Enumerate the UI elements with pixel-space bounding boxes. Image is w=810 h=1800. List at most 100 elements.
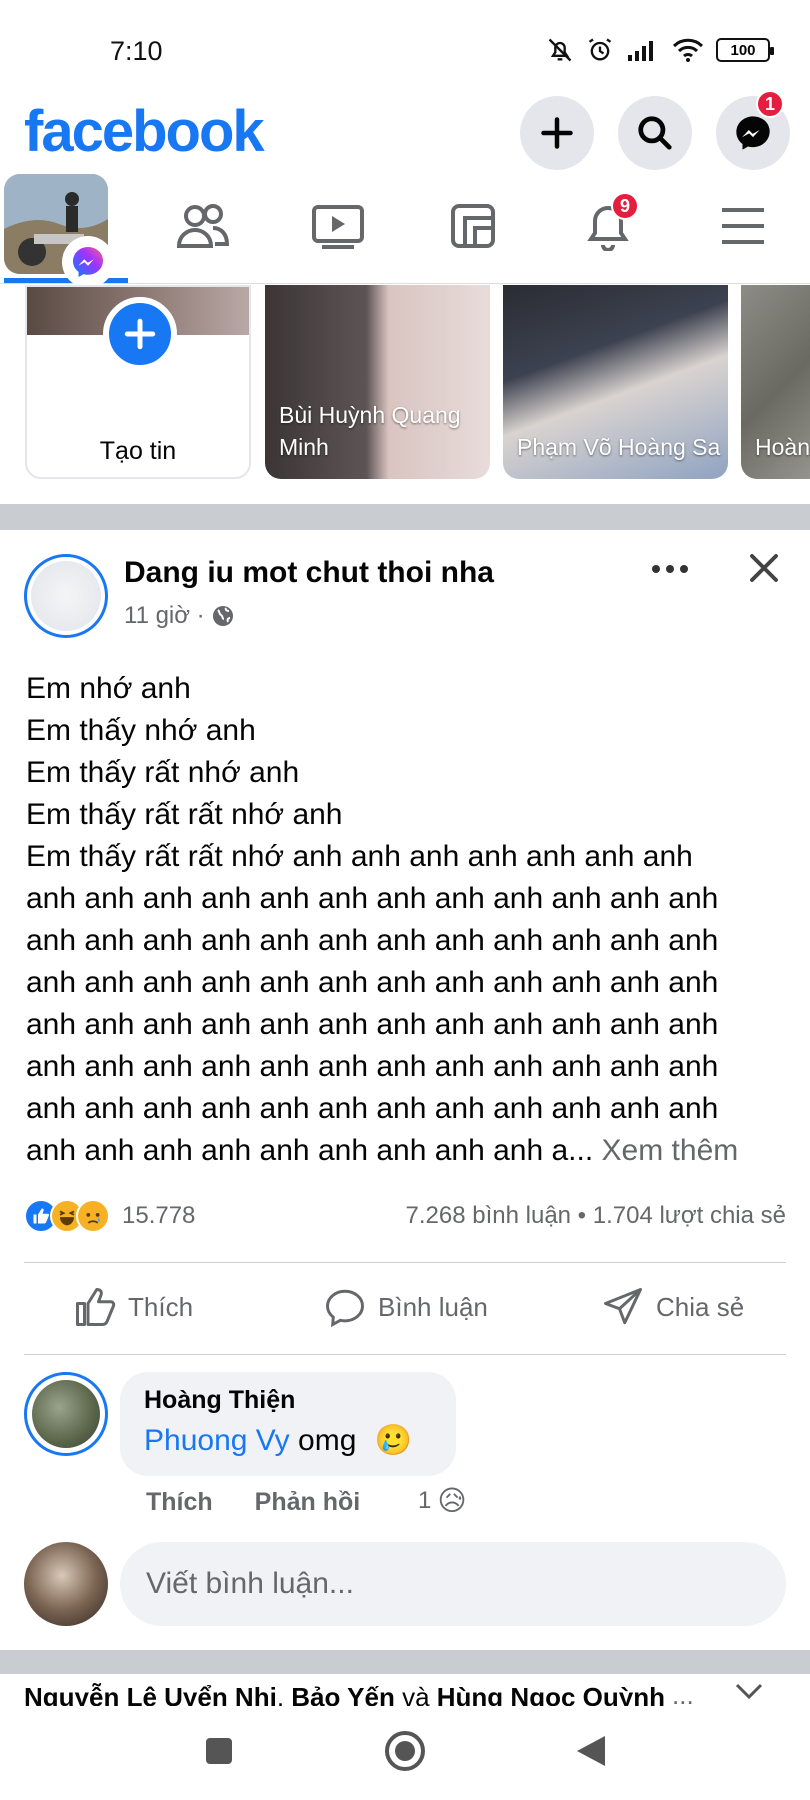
commenter-avatar[interactable] bbox=[24, 1372, 108, 1456]
story-card[interactable]: Hoàn bbox=[741, 285, 810, 479]
system-nav-bar bbox=[0, 1706, 810, 1800]
status-bar: 7:10 100 bbox=[0, 0, 810, 96]
story-author: Bùi Huỳnh Quang Minh bbox=[279, 402, 461, 460]
battery-icon: 100 bbox=[716, 38, 774, 62]
alarm-icon bbox=[588, 38, 612, 61]
post-line: anh anh anh anh anh anh anh anh anh anh … bbox=[26, 1050, 719, 1083]
story-author: Phạm Võ Hoàng Sa bbox=[517, 434, 721, 460]
post-line: anh anh anh anh anh anh anh anh anh anh … bbox=[26, 966, 719, 999]
stories-tray: Tạo tin Bùi Huỳnh Quang Minh Phạm Võ Hoà… bbox=[0, 285, 810, 481]
plus-icon bbox=[124, 318, 156, 350]
create-story-card[interactable]: Tạo tin bbox=[25, 285, 251, 479]
comment-input[interactable]: Viết bình luận... bbox=[120, 1542, 786, 1626]
active-tab-indicator bbox=[4, 278, 128, 283]
divider bbox=[24, 1354, 786, 1355]
comment-mention[interactable]: Phuong Vy bbox=[144, 1424, 290, 1457]
sad-reaction-icon bbox=[76, 1199, 110, 1233]
see-more-link[interactable]: Xem thêm bbox=[602, 1134, 739, 1167]
post-line: anh anh anh anh anh anh anh anh anh anh … bbox=[26, 1008, 719, 1041]
signal-icon bbox=[628, 41, 653, 61]
tab-notifications[interactable]: 9 bbox=[573, 192, 643, 254]
comment-text: Phuong Vy omg 🥲 bbox=[144, 1423, 432, 1458]
post-text: Em nhớ anh Em thấy nhớ anh Em thấy rất n… bbox=[26, 668, 796, 1172]
wifi-icon bbox=[672, 38, 704, 62]
square-icon bbox=[206, 1738, 232, 1764]
comment-reactions[interactable]: 1 😥 bbox=[418, 1484, 467, 1517]
close-icon bbox=[750, 554, 778, 582]
post-line: Em thấy rất rất nhớ anh anh anh anh anh … bbox=[26, 840, 693, 873]
page-name[interactable]: Dang iu mot chut thoi nha bbox=[124, 556, 494, 590]
comment-icon bbox=[326, 1289, 364, 1328]
comment-reaction-emoji: 😥 bbox=[437, 1485, 467, 1516]
create-button[interactable] bbox=[520, 96, 594, 170]
reactions-summary[interactable]: 15.778 7.268 bình luận • 1.704 lượt chia… bbox=[24, 1196, 786, 1236]
chevron-down-icon[interactable] bbox=[734, 1680, 764, 1702]
comment-actions: Thích Phản hồi bbox=[146, 1488, 402, 1517]
share-button[interactable]: Chia sẻ bbox=[602, 1286, 744, 1328]
recents-button[interactable] bbox=[194, 1726, 244, 1776]
menu-icon bbox=[722, 208, 764, 244]
mute-icon bbox=[548, 38, 572, 62]
post-line: anh anh anh anh anh anh anh anh anh anh … bbox=[26, 1092, 719, 1125]
post-line: anh anh anh anh anh anh anh anh anh anh … bbox=[26, 924, 719, 957]
post-header: Dang iu mot chut thoi nha 11 giờ · bbox=[0, 526, 810, 638]
share-label: Chia sẻ bbox=[656, 1291, 745, 1322]
story-card[interactable]: Bùi Huỳnh Quang Minh bbox=[265, 285, 490, 479]
status-icons: 100 bbox=[546, 36, 774, 64]
status-time: 7:10 bbox=[110, 36, 163, 66]
app-header: facebook 1 bbox=[0, 90, 810, 170]
back-triangle-icon bbox=[577, 1736, 605, 1766]
comment-bubble[interactable]: Hoàng Thiện Phuong Vy omg 🥲 bbox=[120, 1372, 456, 1476]
plus-icon bbox=[541, 117, 573, 149]
home-button[interactable] bbox=[380, 1726, 430, 1776]
like-button[interactable]: Thích bbox=[74, 1286, 193, 1328]
like-icon bbox=[76, 1288, 116, 1326]
back-button[interactable] bbox=[566, 1726, 616, 1776]
comment-body: omg bbox=[298, 1424, 357, 1457]
messenger-badge: 1 bbox=[756, 90, 784, 118]
my-avatar bbox=[24, 1542, 108, 1626]
post-line: Em nhớ anh bbox=[26, 672, 191, 705]
create-story-label: Tạo tin bbox=[99, 437, 177, 465]
comment-like-button[interactable]: Thích bbox=[146, 1488, 213, 1517]
post-line: Em thấy rất rất nhớ anh bbox=[26, 798, 343, 831]
comment-author[interactable]: Hoàng Thiện bbox=[144, 1386, 432, 1415]
messenger-icon bbox=[736, 116, 770, 150]
like-label: Thích bbox=[128, 1291, 194, 1322]
home-circle-icon bbox=[385, 1731, 425, 1771]
gaming-icon bbox=[451, 204, 495, 248]
comments-shares-count[interactable]: 7.268 bình luận • 1.704 lượt chia sẻ bbox=[406, 1202, 786, 1230]
tab-gaming[interactable] bbox=[438, 198, 508, 254]
search-button[interactable] bbox=[618, 96, 692, 170]
post-line: anh anh anh anh anh anh anh anh anh anh … bbox=[26, 882, 719, 915]
comment-reaction-count: 1 bbox=[418, 1486, 432, 1514]
add-story-button[interactable] bbox=[103, 297, 177, 371]
post-time: 11 giờ · bbox=[124, 602, 205, 629]
hide-post-button[interactable] bbox=[746, 550, 786, 590]
share-icon bbox=[604, 1288, 642, 1325]
notifications-badge: 9 bbox=[611, 192, 639, 220]
tab-watch[interactable] bbox=[303, 198, 373, 254]
globe-icon bbox=[212, 606, 233, 626]
messenger-button[interactable]: 1 bbox=[716, 90, 790, 170]
more-icon bbox=[652, 565, 688, 573]
comment-emoji: 🥲 bbox=[374, 1424, 413, 1457]
tab-bar: 9 bbox=[0, 170, 810, 284]
page-avatar[interactable] bbox=[24, 554, 108, 638]
story-card[interactable]: Phạm Võ Hoàng Sa bbox=[503, 285, 728, 479]
post-actions: Thích Bình luận Chia sẻ bbox=[0, 1264, 810, 1354]
search-icon bbox=[638, 116, 672, 150]
tab-menu[interactable] bbox=[708, 198, 778, 254]
section-divider bbox=[0, 1650, 810, 1674]
post-line: Em thấy rất nhớ anh bbox=[26, 756, 300, 789]
comment-reply-button[interactable]: Phản hồi bbox=[255, 1488, 361, 1517]
post-meta: 11 giờ · bbox=[124, 602, 235, 630]
reaction-count: 15.778 bbox=[122, 1202, 196, 1229]
tab-friends[interactable] bbox=[168, 198, 238, 254]
post-line: Em thấy nhớ anh bbox=[26, 714, 256, 747]
profile-messenger-badge bbox=[64, 238, 112, 286]
comment-button[interactable]: Bình luận bbox=[324, 1286, 488, 1328]
post-options-button[interactable] bbox=[650, 556, 696, 586]
story-author: Hoàn bbox=[755, 434, 810, 460]
facebook-logo[interactable]: facebook bbox=[24, 98, 265, 165]
